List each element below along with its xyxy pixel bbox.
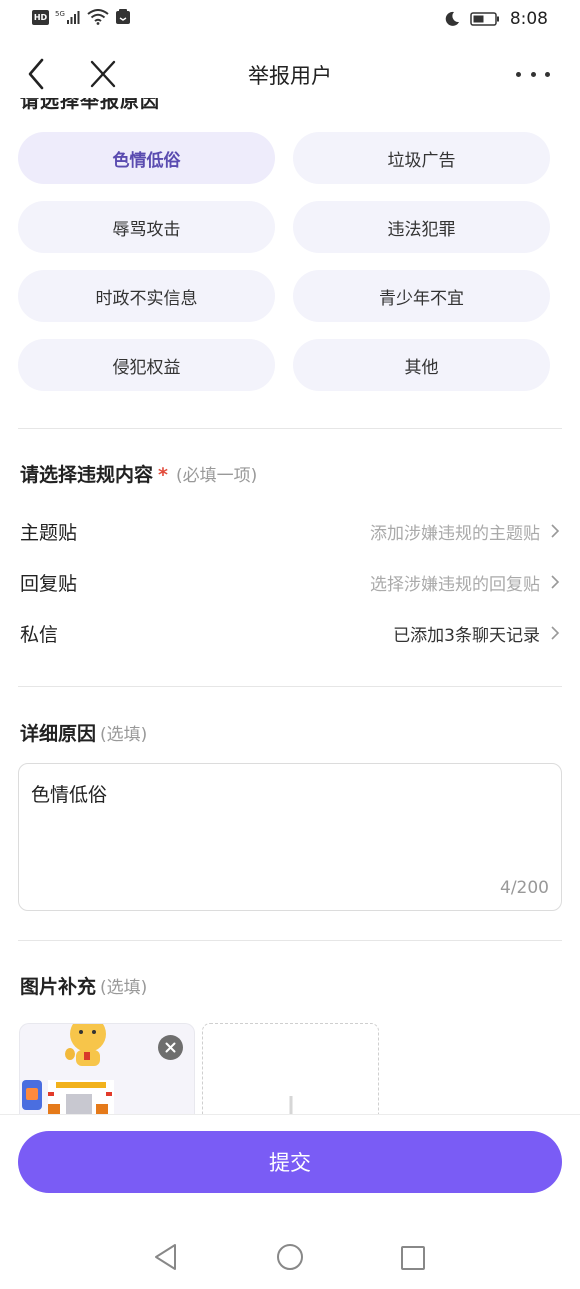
row-label: 回复贴 — [20, 572, 78, 595]
wifi-icon — [87, 9, 109, 25]
row-right: 已添加3条聊天记录 — [393, 621, 560, 646]
chevron-right-icon — [551, 575, 560, 589]
category-chip-label: 时政不实信息 — [95, 288, 198, 309]
section-divider — [18, 686, 562, 687]
remove-image-button[interactable] — [158, 1035, 183, 1060]
category-chip-label: 违法犯罪 — [387, 219, 456, 240]
violation-section-title: 请选择违规内容 * (必填一项) — [20, 460, 257, 487]
violation-section-hint: (必填一项) — [175, 466, 258, 486]
category-chip-label: 色情低俗 — [112, 150, 181, 171]
notification-icon — [116, 9, 130, 24]
row-value: 添加涉嫌违规的主题贴 — [370, 523, 540, 544]
status-right: 8:08 — [444, 9, 548, 29]
detail-reason-text: 色情低俗 — [31, 784, 108, 806]
section-divider — [18, 940, 562, 941]
required-mark: * — [158, 464, 168, 486]
plus-icon — [273, 1096, 309, 1115]
category-chip-grid: 色情低俗 垃圾广告 辱骂攻击 违法犯罪 时政不实信息 青少年不宜 侵犯权益 其他 — [18, 132, 550, 391]
category-chip-label: 垃圾广告 — [387, 150, 456, 171]
topic-post-row[interactable]: 主题贴 添加涉嫌违规的主题贴 — [20, 516, 560, 546]
detail-section-title-text: 详细原因 — [20, 723, 97, 745]
row-right: 添加涉嫌违规的主题贴 — [370, 519, 560, 544]
detail-section-title: 详细原因 (选填) — [20, 719, 147, 746]
more-dot — [545, 71, 550, 77]
status-time: 8:08 — [509, 9, 548, 29]
row-label: 私信 — [20, 623, 59, 646]
category-chip-label: 其他 — [404, 357, 439, 378]
category-chip[interactable]: 侵犯权益 — [18, 339, 275, 391]
category-chip[interactable]: 青少年不宜 — [293, 270, 550, 322]
status-left: HD 5G — [32, 9, 131, 25]
image-section-title: 图片补充 (选填) — [20, 972, 147, 999]
signal-label: 5G — [55, 10, 65, 18]
category-chip-label: 辱骂攻击 — [112, 219, 181, 240]
row-label: 主题贴 — [20, 521, 78, 544]
category-chip[interactable]: 其他 — [293, 339, 550, 391]
image-section-title-text: 图片补充 — [20, 976, 97, 998]
category-chip-label: 青少年不宜 — [379, 288, 464, 309]
character-counter: 4/200 — [500, 878, 549, 898]
row-value: 已添加3条聊天记录 — [393, 625, 540, 646]
moon-icon — [445, 11, 459, 26]
more-dot — [516, 71, 521, 77]
violation-section-title-text: 请选择违规内容 — [20, 464, 154, 486]
hd-badge: HD — [32, 9, 49, 25]
chevron-right-icon — [551, 524, 560, 538]
detail-section-hint: (选填) — [100, 725, 148, 745]
category-chip[interactable]: 辱骂攻击 — [18, 201, 275, 253]
battery-icon — [470, 12, 499, 26]
reason-section-title: 请选择举报原因 — [20, 98, 161, 112]
row-right: 选择涉嫌违规的回复贴 — [370, 570, 560, 595]
cellular-signal-icon: 5G — [55, 10, 80, 24]
category-chip[interactable]: 违法犯罪 — [293, 201, 550, 253]
more-dot — [530, 71, 536, 77]
category-chip[interactable]: 色情低俗 — [18, 132, 275, 184]
detail-reason-textarea[interactable]: 色情低俗 4/200 — [18, 763, 562, 911]
close-icon — [165, 1042, 176, 1053]
system-recent-apps-icon[interactable] — [400, 1245, 426, 1271]
category-chip-label: 侵犯权益 — [112, 357, 181, 378]
system-back-icon[interactable] — [153, 1243, 179, 1271]
system-home-icon[interactable] — [276, 1243, 304, 1271]
reason-section-title-clipped: 请选择举报原因 — [20, 98, 190, 114]
reply-post-row[interactable]: 回复贴 选择涉嫌违规的回复贴 — [20, 567, 560, 597]
more-options-icon[interactable] — [516, 62, 550, 86]
system-navigation-bar — [0, 1225, 580, 1289]
add-image-button[interactable] — [202, 1023, 379, 1115]
page-title: 举报用户 — [248, 64, 332, 88]
section-divider — [18, 428, 562, 429]
row-value: 选择涉嫌违规的回复贴 — [370, 574, 540, 595]
category-chip[interactable]: 时政不实信息 — [18, 270, 275, 322]
category-chip[interactable]: 垃圾广告 — [293, 132, 550, 184]
submit-button[interactable]: 提交 — [18, 1131, 562, 1193]
private-message-row[interactable]: 私信 已添加3条聊天记录 — [20, 618, 560, 648]
image-section-hint: (选填) — [100, 978, 148, 998]
chevron-right-icon — [551, 626, 560, 640]
status-bar: HD 5G 8:08 — [0, 0, 580, 40]
